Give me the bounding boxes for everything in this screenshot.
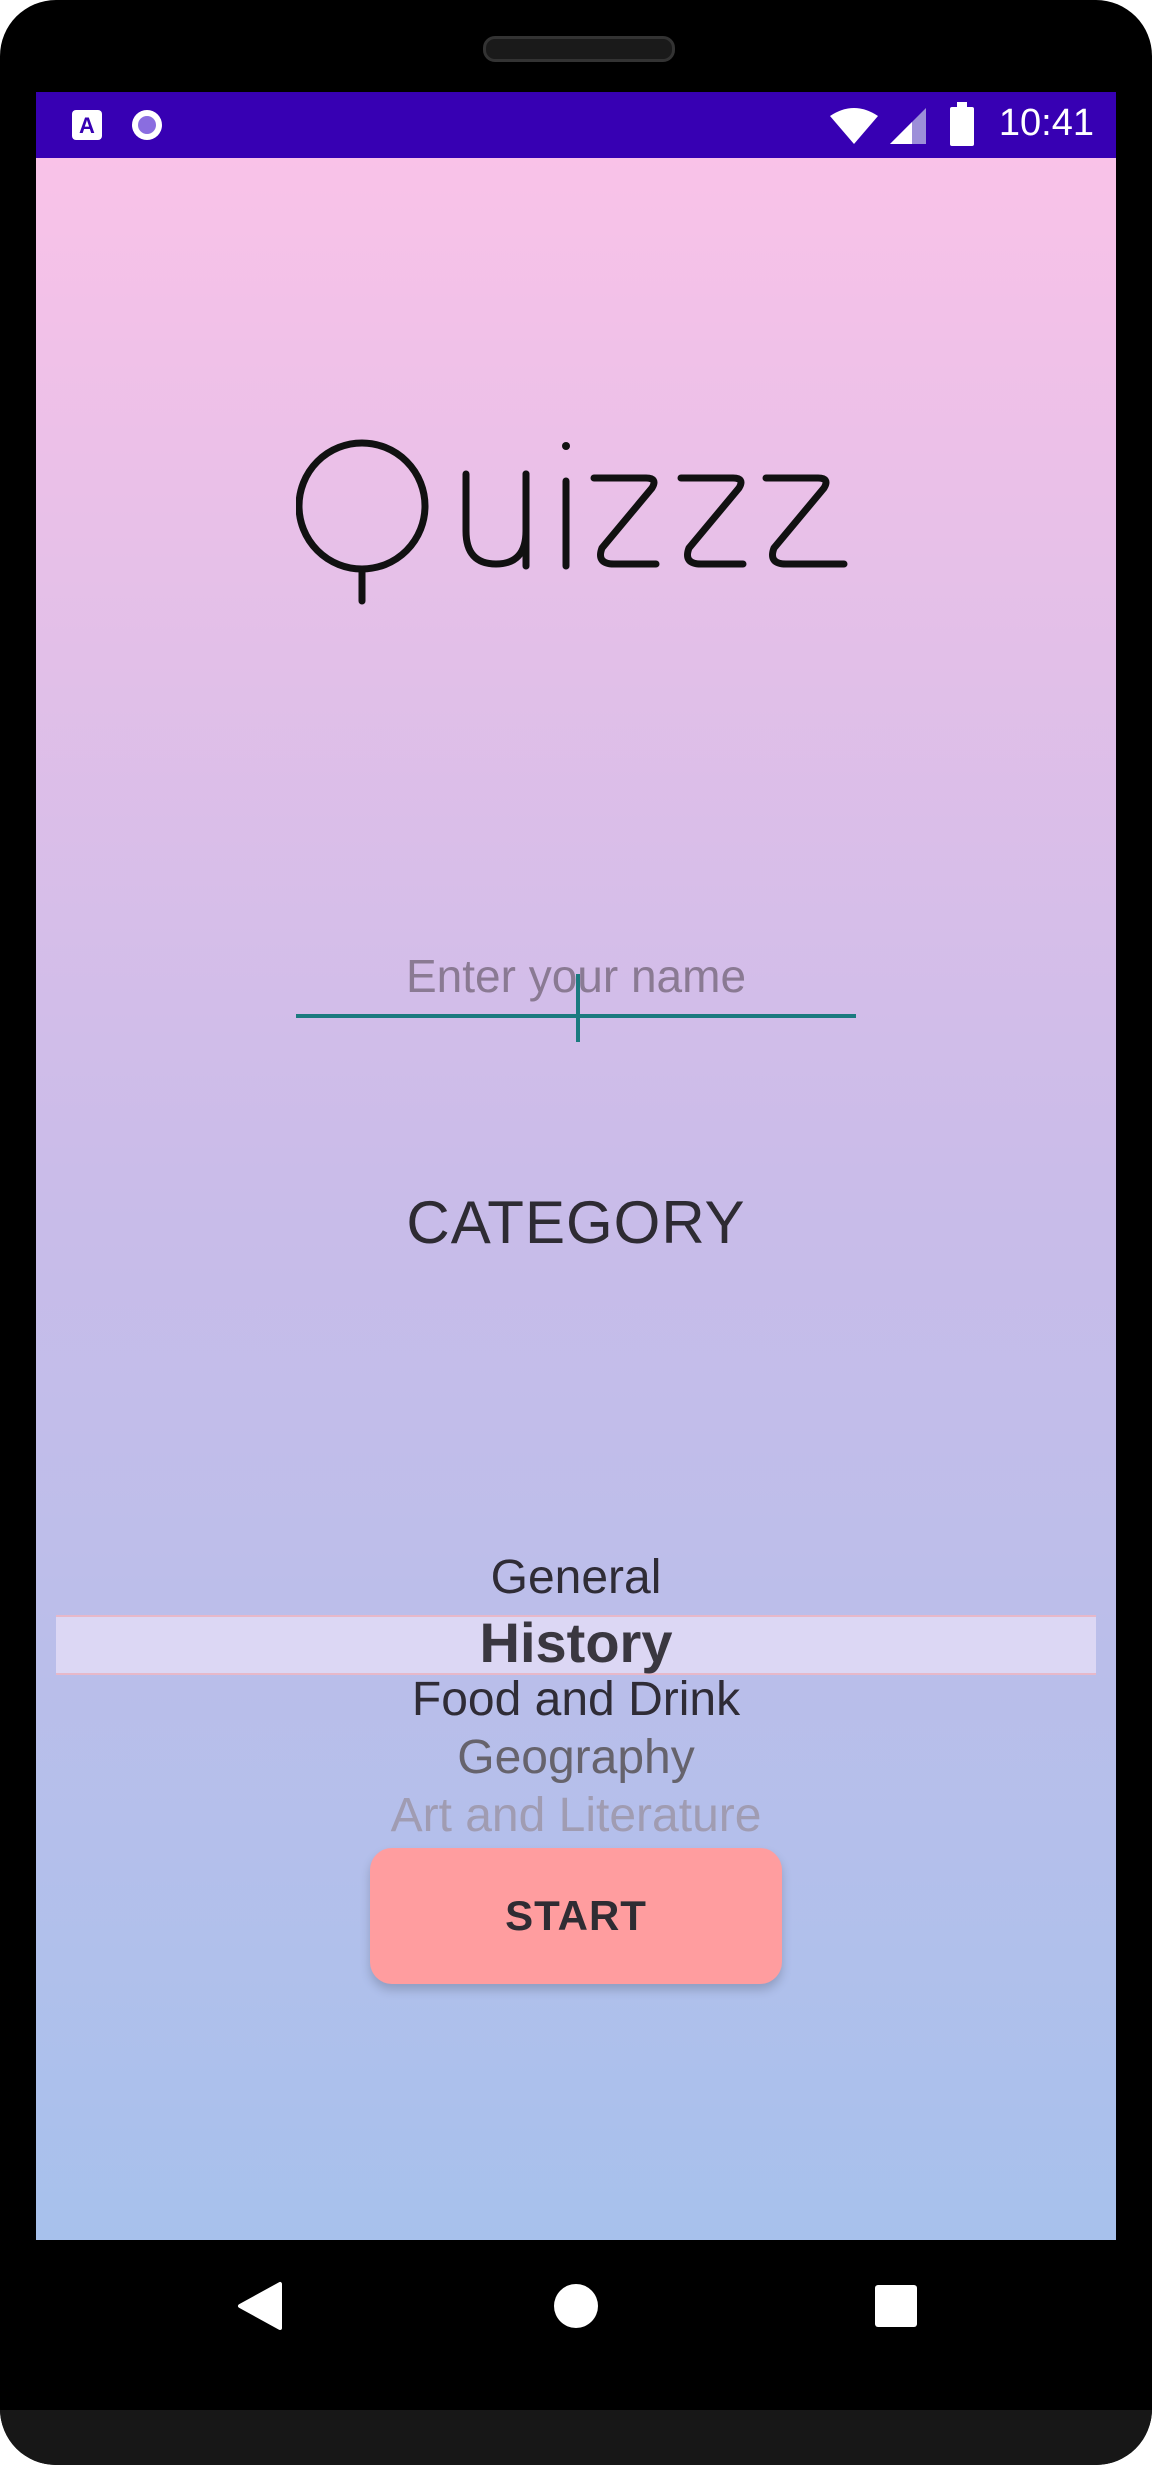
picker-item-food-and-drink[interactable]: Food and Drink [56,1672,1096,1727]
cell-signal-icon [890,108,926,144]
earpiece-speaker [483,36,675,62]
status-bar: A 10:41 [36,92,1116,158]
bottom-bezel [0,2410,1152,2465]
battery-icon [950,102,974,146]
accessibility-a-icon: A [72,110,102,140]
picker-item-art-and-literature[interactable]: Art and Literature [56,1788,1096,1843]
status-time: 10:41 [998,102,1094,144]
screen: A 10:41 Enter your name CATEGORY General… [36,92,1116,2240]
home-icon[interactable] [510,2240,642,2372]
recents-icon[interactable] [830,2240,962,2372]
wifi-icon [830,108,878,144]
category-heading: CATEGORY [406,1189,746,1256]
picker-item-general[interactable]: General [56,1550,1096,1605]
recording-dot-icon [132,110,162,140]
phone-frame: A 10:41 Enter your name CATEGORY General… [0,0,1152,2465]
svg-text:A: A [79,113,95,138]
picker-item-geography[interactable]: Geography [56,1730,1096,1785]
app-logo-quizzz [296,439,848,605]
start-button[interactable]: START [370,1848,782,1984]
category-picker[interactable]: General History Food and Drink Geography… [56,1528,1096,1858]
back-icon[interactable] [194,2240,326,2372]
navigation-bar [36,2240,1116,2372]
picker-item-history-selected[interactable]: History [56,1610,1096,1675]
text-caret [576,974,580,1042]
app-content: CATEGORY General History Food and Drink … [36,158,1116,2240]
